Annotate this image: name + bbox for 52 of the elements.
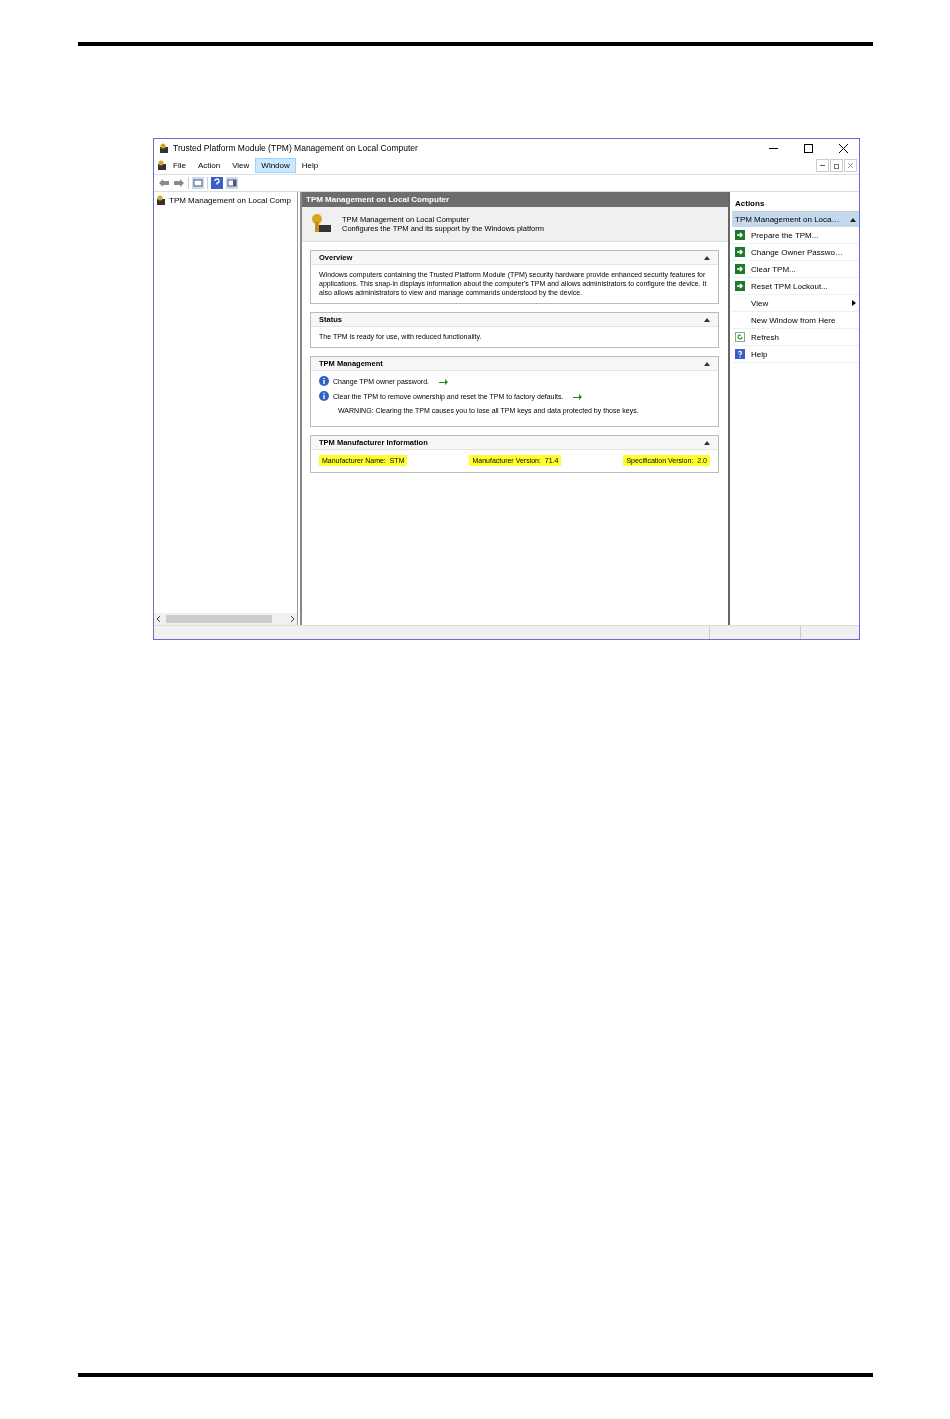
key-chip-icon — [159, 142, 169, 154]
run-icon — [735, 281, 745, 291]
help-icon[interactable] — [211, 177, 223, 189]
arrow-icon[interactable] — [438, 377, 448, 385]
pane-command[interactable]: View — [732, 295, 859, 312]
back-icon[interactable] — [158, 177, 170, 189]
info-icon — [319, 376, 329, 386]
minimize-icon — [820, 165, 825, 166]
help-icon — [735, 349, 745, 359]
close-button[interactable] — [844, 159, 857, 172]
restore-button[interactable] — [830, 159, 843, 172]
run-icon — [735, 264, 745, 274]
collapse-icon[interactable] — [704, 317, 710, 322]
pane-command[interactable]: Prepare the TPM... — [732, 227, 859, 244]
key-chip-icon — [157, 160, 167, 171]
collapse-icon[interactable] — [704, 440, 710, 445]
minimize-button[interactable] — [816, 159, 829, 172]
minimize-icon[interactable] — [769, 147, 778, 149]
pane-command[interactable]: Refresh — [732, 329, 859, 346]
collapse-icon[interactable] — [704, 255, 710, 260]
pane-command[interactable]: Clear TPM... — [732, 261, 859, 278]
arrow-icon[interactable] — [572, 392, 583, 400]
actions-group-header[interactable]: TPM Management on Loca… — [732, 212, 859, 227]
menu-item[interactable]: View — [226, 158, 256, 173]
collapse-icon — [850, 217, 856, 222]
maximize-icon[interactable] — [804, 143, 813, 153]
run-icon — [735, 230, 745, 240]
pane-title: TPM Management on Local Computer — [302, 192, 728, 207]
submenu-arrow-icon — [852, 300, 856, 306]
pane-command[interactable]: New Window from Here — [732, 312, 859, 329]
menu-item[interactable]: Action — [191, 158, 227, 173]
pane-command[interactable]: Change Owner Passwo… — [732, 244, 859, 261]
close-icon[interactable] — [839, 143, 848, 153]
menu-item[interactable]: File — [167, 158, 192, 173]
restore-icon — [833, 162, 840, 169]
console-tree-icon[interactable] — [192, 177, 204, 189]
key-chip-icon — [156, 195, 166, 206]
menu-item[interactable]: Help — [295, 158, 325, 173]
info-icon — [319, 391, 329, 401]
pane-command[interactable]: Help — [732, 346, 859, 363]
pane-command[interactable]: Reset TPM Lockout... — [732, 278, 859, 295]
menu-item[interactable]: Window — [255, 158, 296, 173]
forward-icon[interactable] — [173, 177, 185, 189]
close-icon — [848, 163, 853, 168]
run-icon — [735, 247, 745, 257]
horizontal-scrollbar[interactable] — [154, 613, 297, 625]
refresh-icon — [735, 332, 745, 342]
action-pane-icon[interactable] — [226, 177, 238, 189]
window-title: Trusted Platform Module (TPM) Management on Local Computer — [173, 143, 419, 153]
key-chip-icon — [310, 213, 332, 235]
collapse-icon[interactable] — [704, 361, 710, 366]
tree-item[interactable]: TPM Management on Local Comp — [169, 196, 291, 205]
